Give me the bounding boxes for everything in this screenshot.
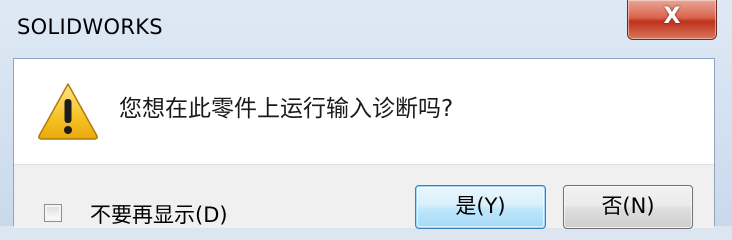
no-button[interactable]: 否(N) bbox=[563, 185, 693, 229]
close-button[interactable]: X bbox=[627, 0, 717, 40]
dialog-content: 您想在此零件上运行输入诊断吗? 不要再显示(D) 是(Y) 否(N) bbox=[13, 58, 715, 229]
title-bar[interactable]: SOLIDWORKS X bbox=[0, 0, 732, 58]
window-title: SOLIDWORKS bbox=[17, 15, 163, 39]
dialog-footer: 不要再显示(D) 是(Y) 否(N) bbox=[14, 164, 714, 229]
close-icon: X bbox=[663, 4, 681, 29]
yes-button[interactable]: 是(Y) bbox=[415, 185, 546, 229]
dont-show-again-label[interactable]: 不要再显示(D) bbox=[90, 199, 228, 229]
warning-icon bbox=[36, 81, 100, 141]
dialog-window: SOLIDWORKS X 您想在此零件上运行输入诊断吗? 不要再显示(D) 是(… bbox=[0, 0, 732, 229]
dont-show-again-checkbox[interactable] bbox=[44, 204, 62, 222]
dialog-message: 您想在此零件上运行输入诊断吗? bbox=[119, 96, 454, 122]
